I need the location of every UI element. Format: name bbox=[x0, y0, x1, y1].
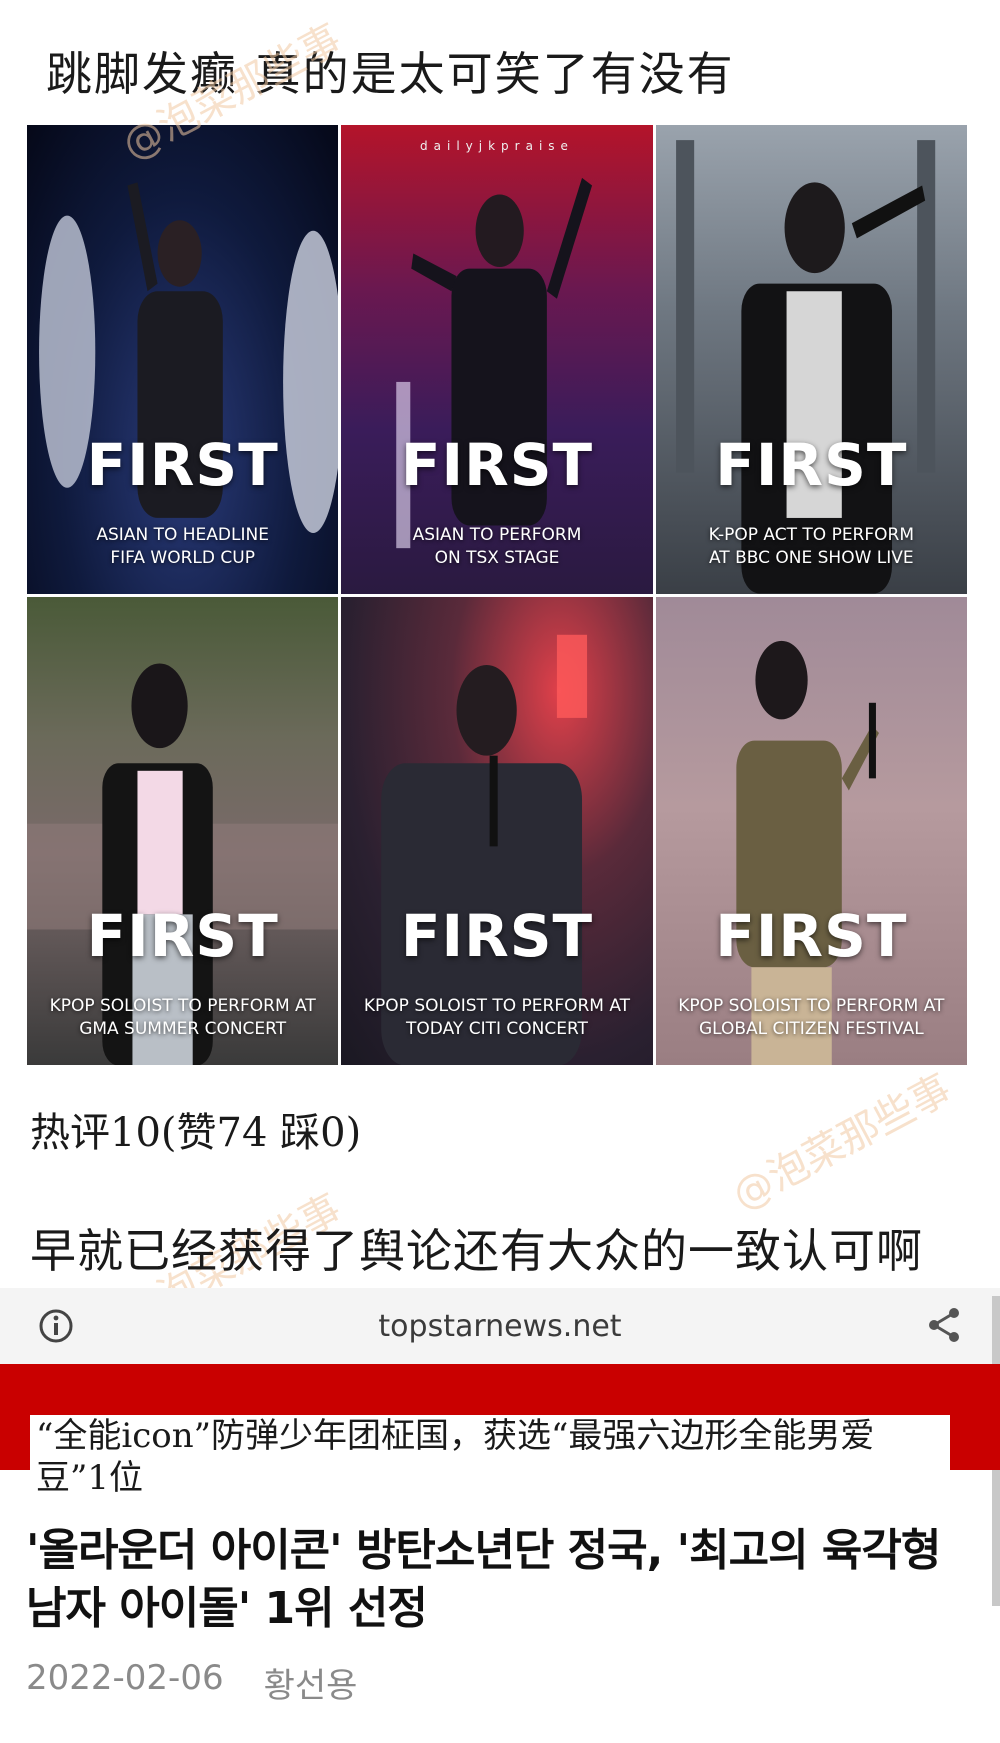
tile-headline: FIRST bbox=[86, 430, 279, 499]
caption-line: ON TSX STAGE bbox=[434, 547, 560, 568]
grid-image-5[interactable]: FIRST KPOP SOLOIST TO PERFORM AT TODAY C… bbox=[341, 596, 653, 1065]
comment-meta: 热评10(赞74 踩0) bbox=[30, 1110, 362, 1156]
caption-line: GMA SUMMER CONCERT bbox=[79, 1019, 287, 1039]
url-text[interactable]: topstarnews.net bbox=[378, 1309, 621, 1344]
tile-headline: FIRST bbox=[715, 430, 908, 499]
watermark: @泡菜那些事 bbox=[725, 1065, 959, 1220]
grid-image-1[interactable]: FIRST ASIAN TO HEADLINE FIFA WORLD CUP bbox=[27, 125, 339, 594]
tile-headline: FIRST bbox=[400, 902, 594, 970]
share-icon[interactable] bbox=[926, 1306, 962, 1344]
headline-translation: “全能icon”防弹少年团柾国，获选“最强六边形全能男爱豆”1位 bbox=[30, 1415, 950, 1499]
tile-headline: FIRST bbox=[715, 902, 908, 970]
caption-line: KPOP SOLOIST TO PERFORM AT bbox=[49, 996, 316, 1016]
caption-line: FIFA WORLD CUP bbox=[110, 547, 255, 568]
info-icon[interactable] bbox=[38, 1308, 74, 1344]
grid-image-4[interactable]: FIRST KPOP SOLOIST TO PERFORM AT GMA SUM… bbox=[27, 596, 339, 1065]
comment-body: 早就已经获得了舆论还有大众的一致认可啊 bbox=[30, 1224, 923, 1278]
article-date: 2022-02-06 bbox=[26, 1658, 224, 1698]
tile-headline: FIRST bbox=[400, 430, 594, 499]
caption-line: KPOP SOLOIST TO PERFORM AT bbox=[363, 996, 631, 1016]
caption-line: K-POP ACT TO PERFORM bbox=[708, 524, 915, 545]
caption-line: GLOBAL CITIZEN FESTIVAL bbox=[698, 1019, 924, 1039]
article-meta: 2022-02-06 황선용 bbox=[26, 1658, 357, 1707]
caption-line: ASIAN TO HEADLINE bbox=[96, 524, 269, 545]
tile-caption: ASIAN TO HEADLINE FIFA WORLD CUP bbox=[37, 524, 328, 570]
tile-credit: dailyjkpraise bbox=[420, 139, 574, 153]
image-grid[interactable]: FIRST ASIAN TO HEADLINE FIFA WORLD CUP d… bbox=[27, 125, 967, 1065]
post-title: 跳脚发癫 真的是太可笑了有没有 bbox=[46, 47, 735, 101]
grid-image-6[interactable]: FIRST KPOP SOLOIST TO PERFORM AT GLOBAL … bbox=[655, 596, 967, 1065]
tile-caption: KPOP SOLOIST TO PERFORM AT GMA SUMMER CO… bbox=[37, 995, 328, 1041]
caption-line: TODAY CITI CONCERT bbox=[406, 1019, 588, 1039]
tile-caption: KPOP SOLOIST TO PERFORM AT GLOBAL CITIZE… bbox=[666, 995, 957, 1041]
tile-caption: KPOP SOLOIST TO PERFORM AT TODAY CITI CO… bbox=[351, 995, 642, 1041]
grid-image-2[interactable]: dailyjkpraise FIRST ASIAN TO PERFORM ON … bbox=[341, 125, 653, 594]
grid-image-3[interactable]: FIRST K-POP ACT TO PERFORM AT BBC ONE SH… bbox=[655, 125, 967, 594]
tile-caption: ASIAN TO PERFORM ON TSX STAGE bbox=[351, 524, 642, 570]
caption-line: ASIAN TO PERFORM bbox=[412, 524, 582, 545]
tile-headline: FIRST bbox=[86, 902, 279, 970]
article-headline[interactable]: '올라운더 아이콘' 방탄소년단 정국, '최고의 육각형 남자 아이돌' 1위… bbox=[26, 1522, 976, 1638]
article-author[interactable]: 황선용 bbox=[264, 1658, 358, 1707]
caption-line: KPOP SOLOIST TO PERFORM AT bbox=[678, 996, 945, 1016]
tile-caption: K-POP ACT TO PERFORM AT BBC ONE SHOW LIV… bbox=[666, 524, 957, 570]
caption-line: AT BBC ONE SHOW LIVE bbox=[708, 547, 914, 568]
browser-address-bar: topstarnews.net bbox=[0, 1288, 1000, 1364]
